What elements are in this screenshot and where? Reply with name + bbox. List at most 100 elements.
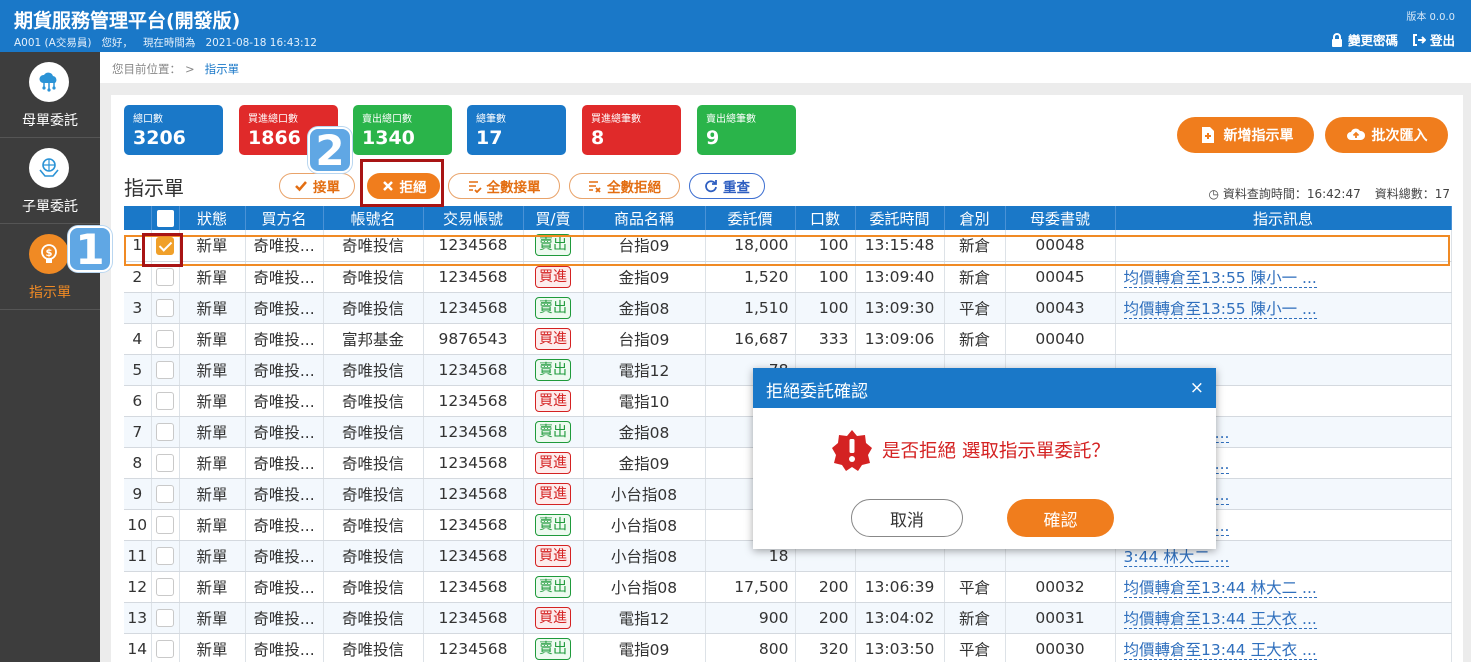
cell-n: 12: [124, 571, 152, 603]
select-all-checkbox[interactable]: [156, 210, 174, 227]
row-checkbox[interactable]: [156, 360, 174, 379]
column-header: 商品名稱: [583, 206, 706, 230]
cell-status: 新單: [179, 354, 246, 386]
cell-product: 台指09: [583, 323, 706, 355]
cell-acct-name: 奇唯投信: [323, 540, 424, 572]
stat-buy-count: 買進總筆數 8: [582, 105, 681, 155]
row-checkbox[interactable]: [156, 267, 174, 286]
cell-parent: 00032: [1005, 571, 1116, 603]
stat-value: 17: [476, 127, 503, 149]
breadcrumb-prefix: 您目前位置：: [112, 62, 181, 76]
cell-n: 9: [124, 478, 152, 510]
cell-qty: 320: [795, 633, 856, 662]
reject-button[interactable]: 拒絕: [367, 173, 440, 199]
sidebar-item-parent-order[interactable]: 母單委託: [0, 52, 100, 138]
row-checkbox[interactable]: [156, 298, 174, 317]
row-checkbox[interactable]: [156, 546, 174, 565]
column-header: 帳號名: [323, 206, 424, 230]
dialog-title: 拒絕委託確認: [766, 382, 868, 402]
cell-n: 14: [124, 633, 152, 662]
row-checkbox-cell: [151, 571, 180, 603]
cell-product: 電指10: [583, 385, 706, 417]
column-header: 買/賣: [523, 206, 584, 230]
cell-buyer: 奇唯投...: [245, 478, 324, 510]
row-checkbox[interactable]: [156, 236, 174, 255]
requery-label: 重查: [723, 180, 750, 196]
row-checkbox[interactable]: [156, 453, 174, 472]
confirm-button[interactable]: 確認: [1007, 499, 1114, 537]
accept-all-button[interactable]: 全數接單: [448, 173, 560, 199]
reject-label: 拒絕: [399, 180, 427, 196]
table-row[interactable]: 1 新單 奇唯投... 奇唯投信 1234568 賣出 台指09 18,000 100 13:15…: [124, 230, 1452, 262]
accept-all-label: 全數接單: [486, 180, 541, 196]
row-checkbox[interactable]: [156, 329, 174, 348]
cell-n: 11: [124, 540, 152, 572]
row-checkbox-cell: [151, 323, 180, 355]
instruction-message-link[interactable]: 均價轉倉至13:44 林大二 ...: [1123, 578, 1317, 598]
cell-acct: 1234568: [423, 509, 524, 541]
cell-product: 小台指08: [583, 540, 706, 572]
close-icon[interactable]: ×: [1190, 378, 1204, 398]
instruction-message-link[interactable]: 均價轉倉至13:44 王大衣 ...: [1123, 640, 1317, 660]
reject-all-button[interactable]: 全數拒絕: [569, 173, 680, 199]
cell-acct-name: 奇唯投信: [323, 633, 424, 662]
cell-buyer: 奇唯投...: [245, 292, 324, 324]
cell-buyer: 奇唯投...: [245, 416, 324, 448]
side-badge: 買進: [535, 389, 571, 412]
table-row[interactable]: 4 新單 奇唯投... 富邦基金 9876543 買進 台指09 16,687 333 13:09…: [124, 323, 1452, 355]
logout-button[interactable]: 登出: [1412, 30, 1455, 49]
side-cell: 買進: [523, 323, 584, 355]
cell-parent: 00031: [1005, 602, 1116, 634]
requery-button[interactable]: 重查: [689, 173, 765, 199]
cell-price: 17,500: [705, 571, 796, 603]
row-checkbox[interactable]: [156, 608, 174, 627]
cancel-button[interactable]: 取消: [851, 499, 963, 537]
instruction-message-link[interactable]: 均價轉倉至13:55 陳小一 ...: [1123, 268, 1317, 288]
cloud-network-icon: [29, 62, 69, 102]
column-header: [124, 206, 152, 230]
row-checkbox[interactable]: [156, 484, 174, 503]
dialog-message: 是否拒絕 選取指示單委託？: [830, 428, 1110, 472]
table-row[interactable]: 14 新單 奇唯投... 奇唯投信 1234568 賣出 電指09 800 320 13:03:5…: [124, 633, 1452, 662]
change-password-button[interactable]: 變更密碼: [1330, 30, 1398, 49]
row-checkbox[interactable]: [156, 391, 174, 410]
table-row[interactable]: 2 新單 奇唯投... 奇唯投信 1234568 買進 金指09 1,520 100 13:09:…: [124, 261, 1452, 293]
row-checkbox[interactable]: [156, 515, 174, 534]
warning-icon: [832, 430, 872, 471]
cell-time: 13:09:30: [855, 292, 945, 324]
batch-import-button[interactable]: 批次匯入: [1325, 117, 1448, 153]
instruction-message-link[interactable]: 3:44 林大二 ...: [1123, 547, 1230, 567]
table-row[interactable]: 13 新單 奇唯投... 奇唯投信 1234568 買進 電指12 900 200 13:04:0…: [124, 602, 1452, 634]
select-all-checkbox-cell: [151, 206, 180, 230]
cell-acct-name: 奇唯投信: [323, 478, 424, 510]
row-checkbox[interactable]: [156, 577, 174, 596]
step-marker-1: 1: [68, 225, 112, 274]
cell-buyer: 奇唯投...: [245, 323, 324, 355]
total-count: 資料總數：17: [1374, 187, 1450, 201]
cell-parent: 00043: [1005, 292, 1116, 324]
instruction-message-link[interactable]: 均價轉倉至13:44 王大衣 ...: [1123, 609, 1317, 629]
row-checkbox[interactable]: [156, 422, 174, 441]
cell-price: 1,520: [705, 261, 796, 293]
cell-product: 電指09: [583, 633, 706, 662]
accept-button[interactable]: 接單: [279, 173, 355, 199]
table-header-row: 狀態 買方名 帳號名 交易帳號 買/賣 商品名稱 委託價 口數 委託時間 倉別 母委書號 指示訊息: [124, 206, 1452, 230]
cell-n: 6: [124, 385, 152, 417]
cell-n: 10: [124, 509, 152, 541]
cell-parent: 00045: [1005, 261, 1116, 293]
sidebar-item-child-order[interactable]: 子單委託: [0, 138, 100, 224]
cell-n: 4: [124, 323, 152, 355]
table-row[interactable]: 12 新單 奇唯投... 奇唯投信 1234568 賣出 小台指08 17,500 200 13:…: [124, 571, 1452, 603]
row-checkbox[interactable]: [156, 639, 174, 658]
cell-parent: 00040: [1005, 323, 1116, 355]
dialog-message-text: 是否拒絕 選取指示單委託？: [882, 441, 1110, 462]
logout-label: 登出: [1429, 33, 1455, 48]
side-cell: 賣出: [523, 633, 584, 662]
new-instruction-button[interactable]: 新增指示單: [1177, 117, 1314, 153]
breadcrumb-current[interactable]: 指示單: [205, 62, 240, 76]
table-row[interactable]: 3 新單 奇唯投... 奇唯投信 1234568 賣出 金指08 1,510 100 13:09:…: [124, 292, 1452, 324]
instruction-message-link[interactable]: 均價轉倉至13:55 陳小一 ...: [1123, 299, 1317, 319]
cell-price: 900: [705, 602, 796, 634]
row-checkbox-cell: [151, 230, 180, 262]
side-badge: 賣出: [535, 513, 571, 536]
